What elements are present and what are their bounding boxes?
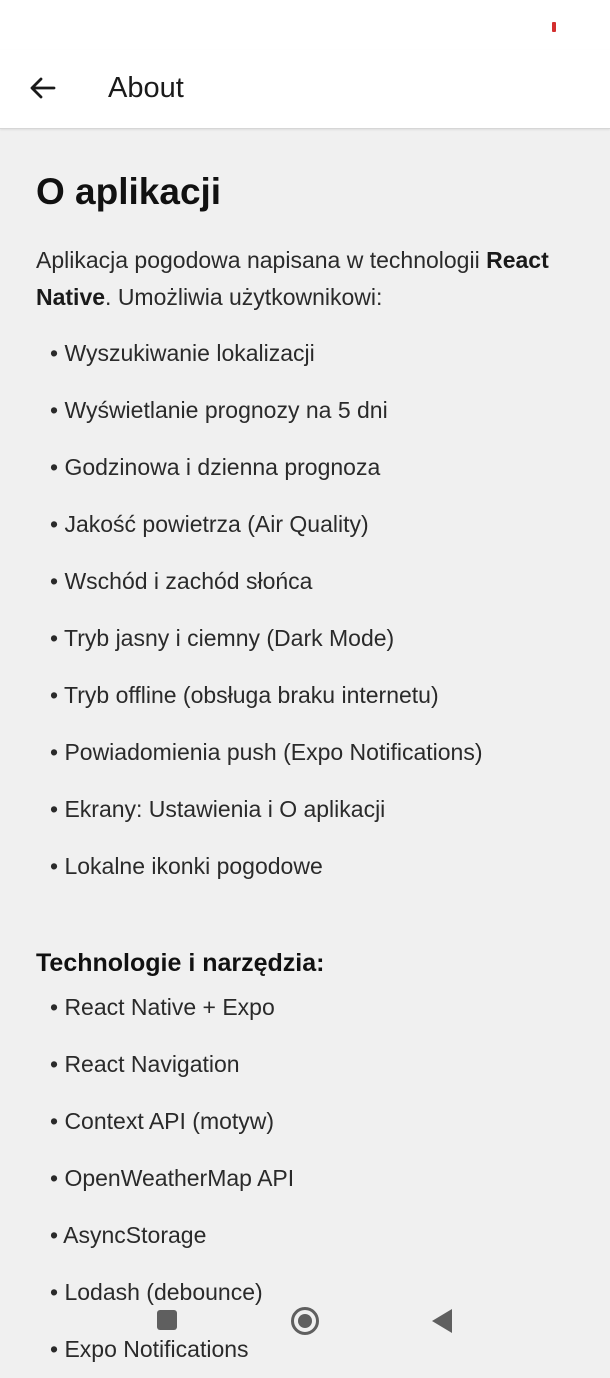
app-header: About	[0, 50, 610, 129]
list-item: • Godzinowa i dzienna prognoza	[50, 454, 381, 480]
circle-home-icon[interactable]	[290, 1306, 320, 1336]
list-item: • OpenWeatherMap API	[50, 1165, 295, 1191]
back-button[interactable]	[22, 68, 62, 108]
tech-heading: Technologie i narzędzia:	[36, 949, 325, 977]
list-item: • Lokalne ikonki pogodowe	[50, 853, 323, 879]
system-nav-bar	[0, 1290, 610, 1356]
list-item: • Context API (motyw)	[50, 1108, 275, 1134]
section-heading: O aplikacji	[36, 171, 222, 212]
status-indicator-icon	[552, 22, 556, 32]
list-item: • Tryb offline (obsługa braku internetu)	[50, 682, 439, 708]
features-list: • Wyszukiwanie lokalizacji • Wyświetlani…	[36, 325, 576, 895]
intro-paragraph: Aplikacja pogodowa napisana w technologi…	[36, 242, 576, 316]
intro-text-end: . Umożliwia użytkownikowi:	[105, 284, 383, 310]
list-item: • Wyszukiwanie lokalizacji	[50, 340, 315, 366]
list-item: • React Navigation	[50, 1051, 240, 1077]
list-item: • Ekrany: Ustawienia i O aplikacji	[50, 796, 386, 822]
list-item: • Jakość powietrza (Air Quality)	[50, 511, 369, 537]
triangle-back-icon[interactable]	[430, 1308, 454, 1334]
list-item: • Wyświetlanie prognozy na 5 dni	[50, 397, 388, 423]
about-content: O aplikacji Aplikacja pogodowa napisana …	[36, 170, 576, 1378]
intro-text-start: Aplikacja pogodowa napisana w technologi…	[36, 247, 487, 273]
list-item: • Powiadomienia push (Expo Notifications…	[50, 739, 483, 765]
list-item: • React Native + Expo	[50, 994, 275, 1020]
list-item: • Tryb jasny i ciemny (Dark Mode)	[50, 625, 395, 651]
page-title: About	[108, 72, 184, 104]
arrow-left-icon	[30, 77, 56, 99]
list-item: • Wschód i zachód słońca	[50, 568, 313, 594]
square-recents-icon[interactable]	[157, 1310, 177, 1330]
status-bar	[0, 0, 610, 50]
list-item: • AsyncStorage	[50, 1222, 207, 1248]
